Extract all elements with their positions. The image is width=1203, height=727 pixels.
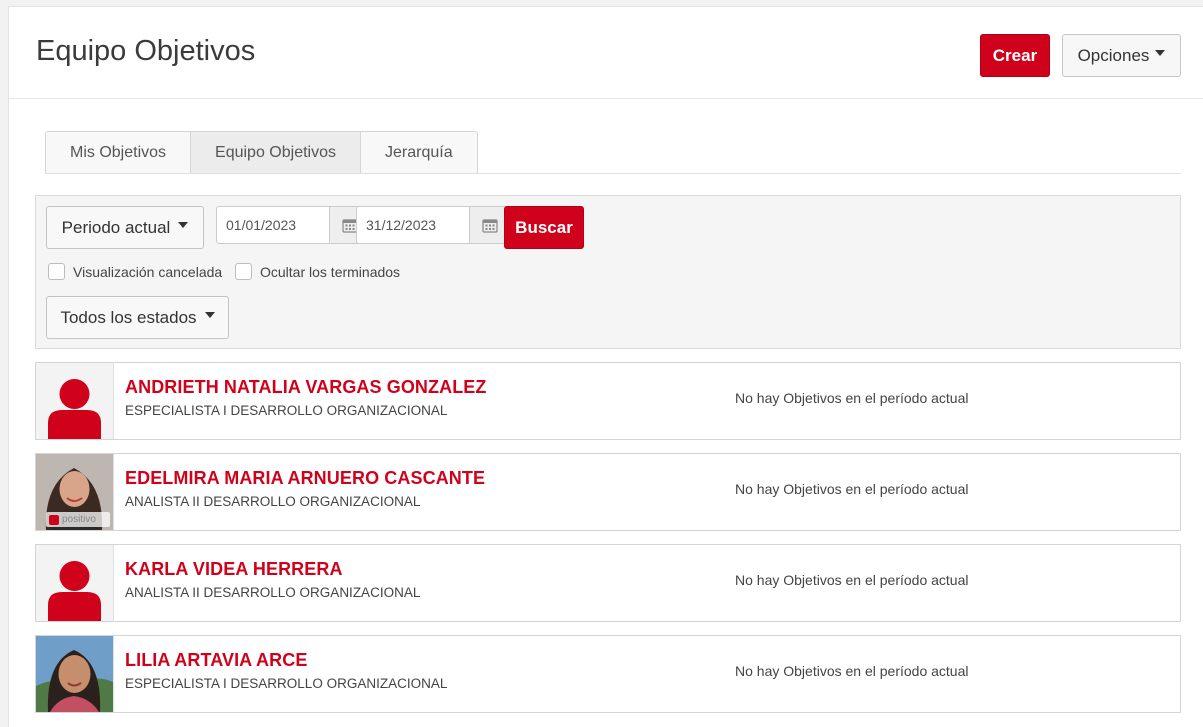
options-button[interactable]: Opciones: [1062, 34, 1181, 77]
person-status: No hay Objetivos en el período actual: [735, 572, 969, 588]
tab-label: Jerarquía: [385, 143, 453, 161]
create-button[interactable]: Crear: [980, 34, 1050, 77]
avatar: [36, 636, 114, 712]
show-cancelled-checkbox[interactable]: [48, 263, 65, 280]
person-status: No hay Objetivos en el período actual: [735, 663, 969, 679]
states-dropdown-label: Todos los estados: [60, 307, 197, 327]
person-role: ESPECIALISTA I DESARROLLO ORGANIZACIONAL: [125, 403, 448, 418]
tab-mis-objetivos[interactable]: Mis Objetivos: [45, 131, 192, 173]
show-cancelled-label: Visualización cancelada: [73, 263, 223, 280]
date-to-input[interactable]: [357, 207, 469, 243]
tab-bar: Mis Objetivos Equipo Objetivos Jerarquía: [45, 131, 478, 173]
states-dropdown[interactable]: Todos los estados: [46, 296, 229, 339]
caret-down-icon: [178, 221, 189, 228]
hide-finished-label: Ocultar los terminados: [260, 263, 401, 280]
person-name[interactable]: LILIA ARTAVIA ARCE: [125, 650, 307, 671]
hide-finished-option[interactable]: Ocultar los terminados: [235, 263, 400, 280]
page-header: Equipo Objetivos Crear Opciones: [9, 7, 1203, 99]
page-title: Equipo Objetivos: [36, 35, 256, 67]
options-button-label: Opciones: [1077, 45, 1150, 65]
show-cancelled-option[interactable]: Visualización cancelada: [48, 263, 222, 280]
tab-jerarquia[interactable]: Jerarquía: [360, 131, 478, 173]
person-name[interactable]: ANDRIETH NATALIA VARGAS GONZALEZ: [125, 377, 487, 398]
person-name[interactable]: KARLA VIDEA HERRERA: [125, 559, 343, 580]
brand-badge-text: positivo: [62, 514, 96, 525]
tabs-divider: [45, 173, 1181, 174]
caret-down-icon: [1155, 49, 1166, 56]
person-card[interactable]: ANDRIETH NATALIA VARGAS GONZALEZ ESPECIA…: [35, 362, 1181, 440]
date-from-group: [216, 206, 371, 244]
person-card[interactable]: positivo EDELMIRA MARIA ARNUERO CASCANTE…: [35, 453, 1181, 531]
tab-label: Equipo Objetivos: [215, 143, 336, 161]
tab-equipo-objetivos[interactable]: Equipo Objetivos: [190, 131, 361, 173]
user-placeholder-icon: [48, 379, 101, 439]
tab-label: Mis Objetivos: [70, 143, 167, 161]
person-role: ESPECIALISTA I DESARROLLO ORGANIZACIONAL: [125, 676, 448, 691]
search-button[interactable]: Buscar: [504, 206, 584, 249]
person-role: ANALISTA II DESARROLLO ORGANIZACIONAL: [125, 494, 421, 509]
user-photo: [36, 636, 113, 712]
avatar: positivo: [36, 454, 114, 530]
person-card[interactable]: LILIA ARTAVIA ARCE ESPECIALISTA I DESARR…: [35, 635, 1181, 713]
person-role: ANALISTA II DESARROLLO ORGANIZACIONAL: [125, 585, 421, 600]
main-panel: Equipo Objetivos Crear Opciones Mis Obje…: [8, 6, 1203, 727]
search-button-label: Buscar: [515, 217, 573, 237]
hide-finished-checkbox[interactable]: [235, 263, 252, 280]
period-dropdown-label: Periodo actual: [61, 217, 171, 237]
period-dropdown[interactable]: Periodo actual: [46, 206, 204, 249]
person-status: No hay Objetivos en el período actual: [735, 481, 969, 497]
date-to-group: [356, 206, 511, 244]
avatar: [36, 363, 114, 439]
date-from-input[interactable]: [217, 207, 329, 243]
person-card[interactable]: KARLA VIDEA HERRERA ANALISTA II DESARROL…: [35, 544, 1181, 622]
person-status: No hay Objetivos en el período actual: [735, 390, 969, 406]
brand-badge: positivo: [46, 512, 110, 527]
filter-panel: Periodo actual 01/01/2023 31/12/2023 Bus…: [35, 195, 1181, 349]
person-name[interactable]: EDELMIRA MARIA ARNUERO CASCANTE: [125, 468, 485, 489]
brand-logo-icon: [49, 514, 59, 525]
caret-down-icon: [204, 311, 215, 318]
avatar: [36, 545, 114, 621]
user-placeholder-icon: [48, 561, 101, 621]
create-button-label: Crear: [992, 45, 1038, 65]
